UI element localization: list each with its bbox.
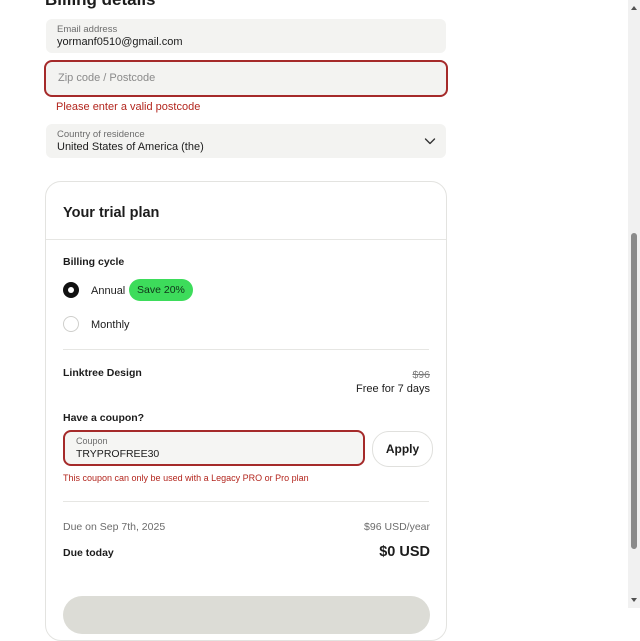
chevron-down-icon <box>424 134 436 152</box>
page-scrollbar[interactable] <box>628 0 640 608</box>
email-field[interactable]: Email address yormanf0510@gmail.com <box>46 19 446 53</box>
due-on-label: Due on Sep 7th, 2025 <box>63 521 166 533</box>
trial-plan-card: Your trial plan Billing cycle Annual Sav… <box>45 181 447 641</box>
coupon-error: This coupon can only be used with a Lega… <box>63 473 309 483</box>
trial-price-note: Free for 7 days <box>356 383 430 395</box>
coupon-input[interactable]: Coupon TRYPROFREE30 <box>63 430 365 466</box>
billing-details-title: Billing details <box>45 0 156 10</box>
due-today-label: Due today <box>63 547 114 559</box>
scroll-thumb[interactable] <box>631 233 637 549</box>
scroll-up-arrow-icon[interactable] <box>631 6 637 10</box>
monthly-label[interactable]: Monthly <box>91 319 130 331</box>
zip-code-placeholder: Zip code / Postcode <box>58 72 156 84</box>
coupon-input-value: TRYPROFREE30 <box>76 448 160 460</box>
monthly-radio[interactable] <box>63 316 79 332</box>
billing-cycle-label: Billing cycle <box>63 256 125 268</box>
country-select-value: United States of America (the) <box>57 141 204 153</box>
divider <box>63 349 429 350</box>
product-name: Linktree Design <box>63 367 142 379</box>
trial-plan-title: Your trial plan <box>63 205 160 221</box>
scroll-down-arrow-icon[interactable] <box>631 598 637 602</box>
country-select[interactable]: Country of residence United States of Am… <box>46 124 446 158</box>
email-field-label: Email address <box>57 24 118 35</box>
country-select-label: Country of residence <box>57 129 145 140</box>
coupon-question: Have a coupon? <box>63 412 145 424</box>
divider <box>63 501 429 502</box>
card-divider <box>46 239 446 240</box>
apply-coupon-button[interactable]: Apply <box>372 431 433 467</box>
zip-code-error: Please enter a valid postcode <box>56 101 201 113</box>
email-field-value: yormanf0510@gmail.com <box>57 36 183 48</box>
coupon-input-label: Coupon <box>76 436 108 446</box>
original-price: $96 <box>412 369 430 381</box>
save-badge: Save 20% <box>129 279 193 301</box>
due-on-value: $96 USD/year <box>364 521 430 533</box>
zip-code-input[interactable]: Zip code / Postcode <box>44 60 448 97</box>
annual-radio[interactable] <box>63 282 79 298</box>
submit-button[interactable] <box>63 596 430 634</box>
due-today-value: $0 USD <box>379 544 430 560</box>
annual-label[interactable]: Annual <box>91 285 125 297</box>
